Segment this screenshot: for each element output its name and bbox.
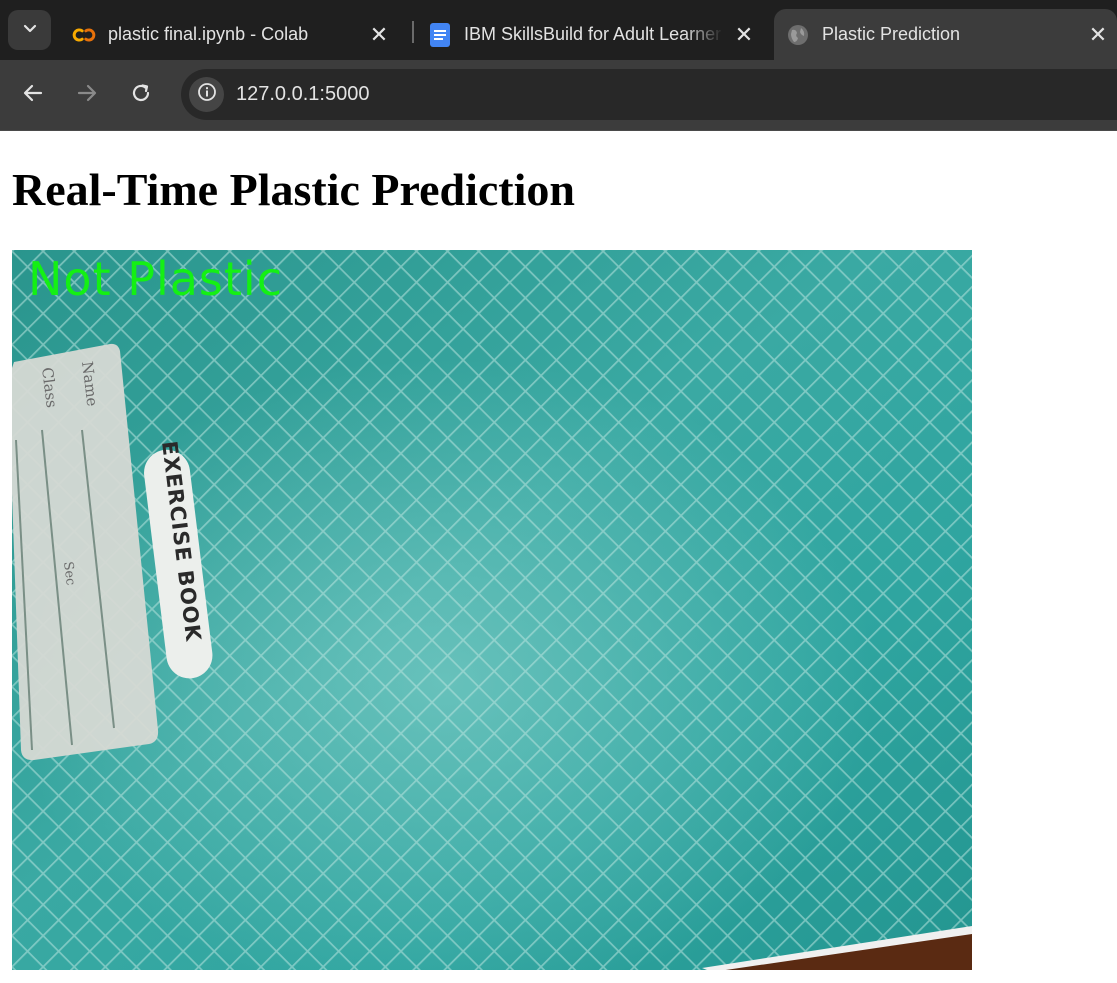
camera-frame: Name Class Sec EXERCISE BOOK [12,250,972,970]
tab-ibm-skillsbuild[interactable]: IBM SkillsBuild for Adult Learner ✕ [420,9,765,60]
prediction-label: Not Plastic [28,252,284,306]
tab-title: Plastic Prediction [822,24,961,44]
tab-title: plastic final.ipynb - Colab [108,24,309,44]
info-icon [197,82,217,107]
forward-button[interactable] [69,77,105,113]
back-arrow-icon [22,82,44,109]
chevron-down-icon [22,20,38,41]
globe-icon [786,23,810,47]
tab-strip: plastic final.ipynb - Colab ✕ IBM Skills… [0,0,1117,60]
docs-icon [428,22,452,47]
reload-button[interactable] [123,77,159,113]
page-title: Real-Time Plastic Prediction [12,164,575,215]
close-tab-icon[interactable]: ✕ [1085,22,1111,48]
reload-icon [130,82,152,109]
colab-icon [72,23,96,47]
address-bar[interactable]: 127.0.0.1:5000 [181,69,1117,120]
tab-divider [412,21,414,43]
site-info-button[interactable] [189,77,224,112]
chrome-divider [0,130,1117,131]
video-feed: Name Class Sec EXERCISE BOOK Not Plastic [12,250,972,970]
browser-toolbar: 127.0.0.1:5000 [0,60,1117,130]
url-text[interactable]: 127.0.0.1:5000 [236,83,369,106]
close-tab-icon[interactable]: ✕ [731,22,757,48]
forward-arrow-icon [76,82,98,109]
tab-title: IBM SkillsBuild for Adult Learner [464,24,722,44]
sec-field-label: Sec [60,561,78,587]
tab-colab[interactable]: plastic final.ipynb - Colab ✕ [60,9,400,60]
back-button[interactable] [15,77,51,113]
close-tab-icon[interactable]: ✕ [366,22,392,48]
tab-search-button[interactable] [8,10,51,50]
tab-plastic-prediction[interactable]: Plastic Prediction ✕ [774,9,1117,60]
